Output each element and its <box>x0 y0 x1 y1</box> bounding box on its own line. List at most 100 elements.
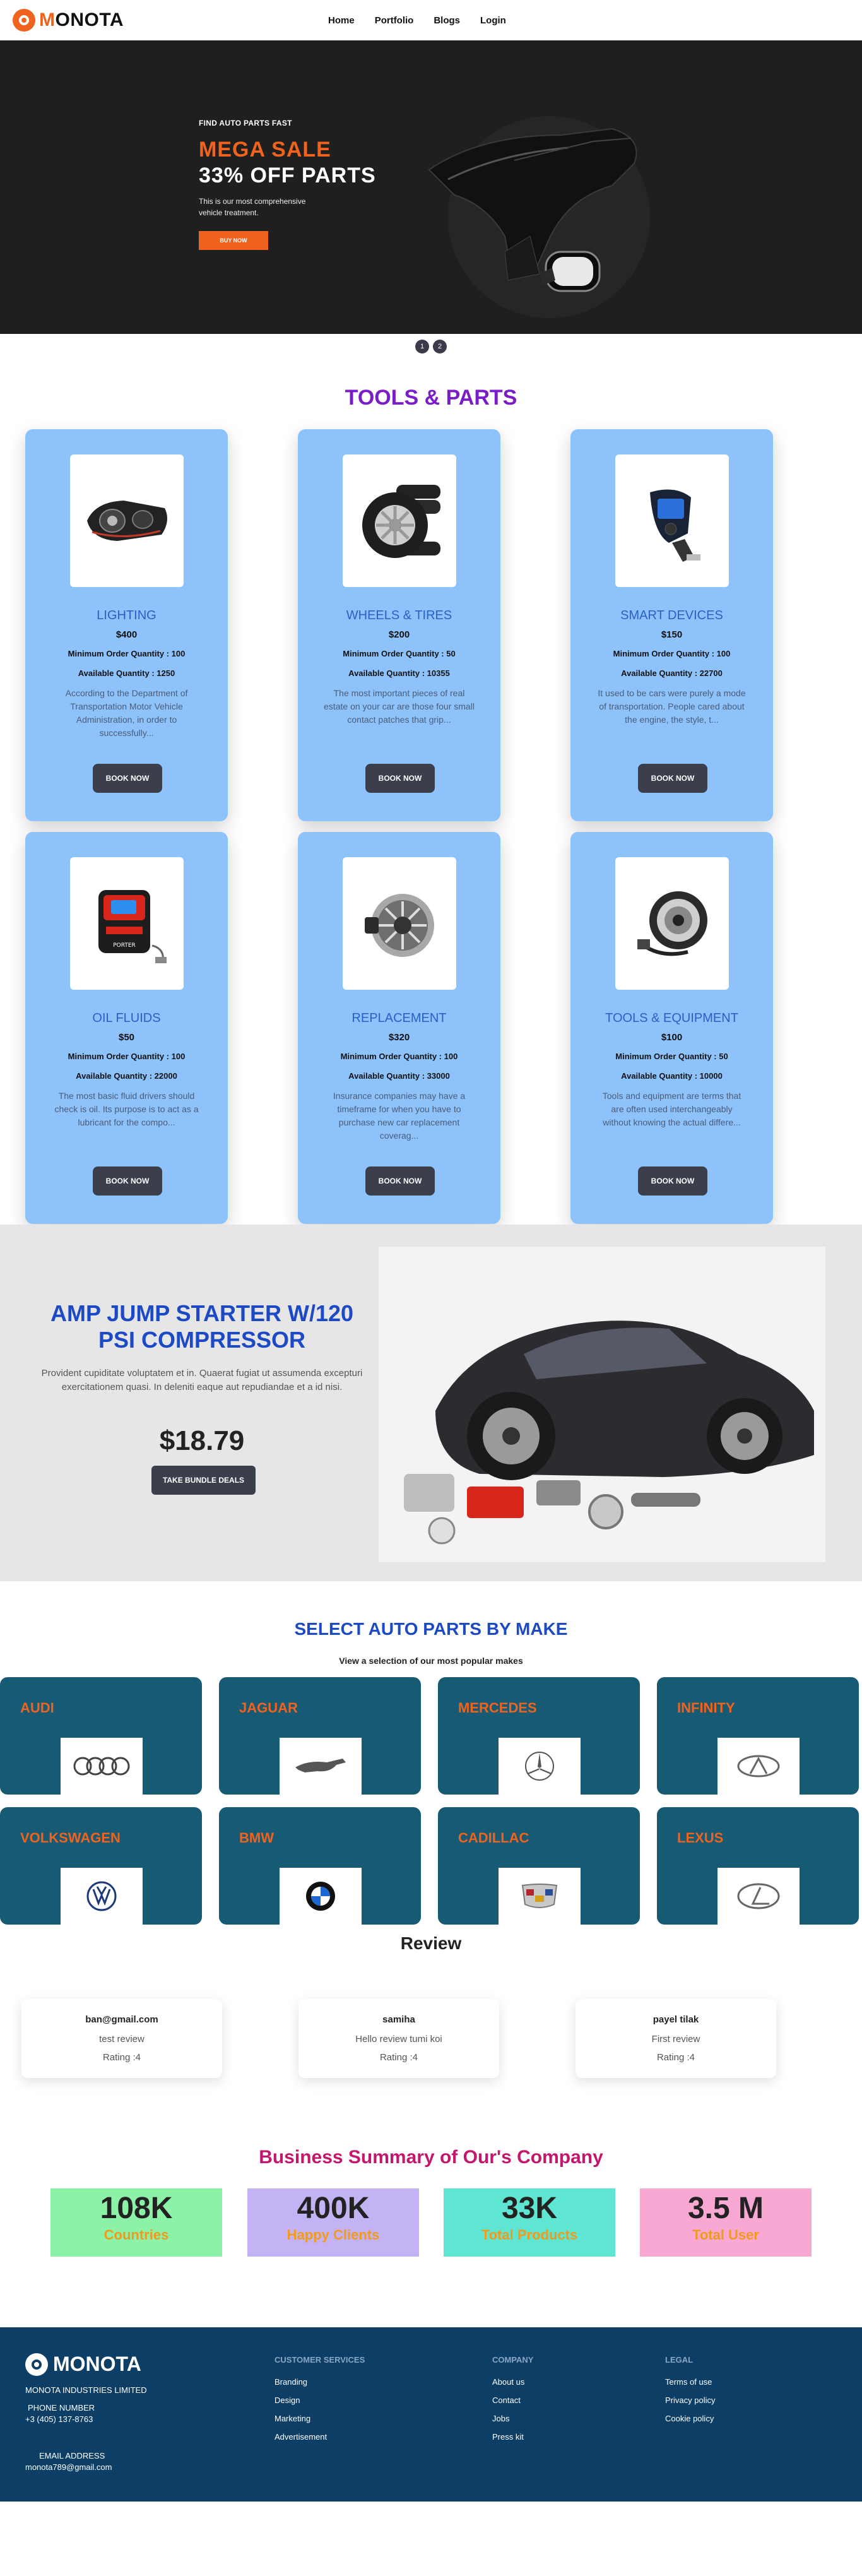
min-order: Minimum Order Quantity : 100 <box>25 1052 228 1061</box>
review-user: samiha <box>382 2014 415 2025</box>
make-card-infinity[interactable]: INFINITY <box>657 1677 859 1795</box>
take-bundle-deals-button[interactable]: TAKE BUNDLE DEALS <box>151 1466 256 1495</box>
min-order-value: 100 <box>171 649 186 658</box>
available-qty: Available Quantity : 22000 <box>25 1071 228 1081</box>
min-order-value: 50 <box>719 1052 728 1061</box>
min-order-value: 100 <box>444 1052 458 1061</box>
make-logo <box>280 1868 362 1925</box>
footer-link[interactable]: Terms of use <box>665 2377 715 2387</box>
footer-link[interactable]: About us <box>492 2377 533 2387</box>
product-price: $200 <box>388 629 410 640</box>
slide-dot[interactable]: 2 <box>433 340 447 353</box>
footer-link[interactable]: Jobs <box>492 2414 533 2423</box>
promo-price: $18.79 <box>159 1425 245 1456</box>
min-order-value: 100 <box>716 649 731 658</box>
make-card-jaguar[interactable]: JAGUAR <box>219 1677 421 1795</box>
makes-grid: AUDI JAGUAR MERCEDES INFINITY VOLKSWAGEN… <box>0 1677 862 1949</box>
min-order-label: Minimum Order Quantity : <box>68 649 172 658</box>
footer-link[interactable]: Marketing <box>275 2414 365 2423</box>
makes-subtitle: View a selection of our most popular mak… <box>339 1656 523 1666</box>
product-card: SMART DEVICES $150 Minimum Order Quantit… <box>570 429 773 821</box>
book-now-button[interactable]: BOOK NOW <box>365 1166 435 1196</box>
makes-section-title: SELECT AUTO PARTS BY MAKE <box>294 1619 568 1639</box>
product-image <box>615 454 729 587</box>
brand-logo[interactable]: M ONOTA <box>13 9 124 32</box>
rating-value: 4 <box>135 2052 141 2063</box>
footer-link[interactable]: Privacy policy <box>665 2395 715 2405</box>
product-price: $150 <box>661 629 683 640</box>
review-user: ban@gmail.com <box>85 2014 158 2025</box>
make-logo <box>280 1738 362 1795</box>
min-order-label: Minimum Order Quantity : <box>615 1052 719 1061</box>
book-now-button[interactable]: BOOK NOW <box>93 1166 162 1196</box>
fm-transmitter-icon <box>649 489 700 562</box>
book-now-button[interactable]: BOOK NOW <box>365 764 435 793</box>
rating-value: 4 <box>412 2052 418 2063</box>
review-rating: Rating :4 <box>576 2052 776 2063</box>
email-address[interactable]: monota789@gmail.com <box>25 2462 112 2472</box>
min-order: Minimum Order Quantity : 100 <box>298 1052 500 1061</box>
gear-icon <box>13 9 35 32</box>
make-card-lexus[interactable]: LEXUS <box>657 1807 859 1925</box>
phone-number[interactable]: +3 (405) 137-8763 <box>25 2414 93 2424</box>
product-card: REPLACEMENT $320 Minimum Order Quantity … <box>298 832 500 1224</box>
footer-logo[interactable]: MONOTA <box>25 2353 141 2376</box>
min-order-label: Minimum Order Quantity : <box>343 649 447 658</box>
slide-dot[interactable]: 1 <box>415 340 429 353</box>
make-name: VOLKSWAGEN <box>20 1830 121 1846</box>
tires-icon <box>362 485 440 558</box>
top-nav: M ONOTA Home Portfolio Blogs Login <box>0 0 862 40</box>
available-label: Available Quantity : <box>76 1071 155 1081</box>
footer-link[interactable]: Cookie policy <box>665 2414 715 2423</box>
promo-section: AMP JUMP STARTER W/120 PSI COMPRESSOR Pr… <box>0 1225 862 1581</box>
make-name: JAGUAR <box>239 1700 298 1716</box>
min-order-value: 50 <box>446 649 456 658</box>
available-value: 1250 <box>156 668 175 678</box>
available-label: Available Quantity : <box>348 668 427 678</box>
product-name: TOOLS & EQUIPMENT <box>605 1011 738 1025</box>
make-card-audi[interactable]: AUDI <box>0 1677 202 1795</box>
footer-heading: COMPANY <box>492 2355 534 2365</box>
make-card-volkswagen[interactable]: VOLKSWAGEN <box>0 1807 202 1925</box>
stat-value: 3.5 M <box>687 2192 764 2225</box>
nav-links: Home Portfolio Blogs Login <box>328 0 506 40</box>
make-name: MERCEDES <box>458 1700 537 1716</box>
min-order-label: Minimum Order Quantity : <box>68 1052 172 1061</box>
nav-portfolio-link[interactable]: Portfolio <box>375 15 414 26</box>
lexus-logo-icon <box>737 1883 780 1909</box>
make-name: INFINITY <box>677 1700 735 1716</box>
book-now-button[interactable]: BOOK NOW <box>638 1166 707 1196</box>
footer-link[interactable]: Branding <box>275 2377 365 2387</box>
make-card-bmw[interactable]: BMW <box>219 1807 421 1925</box>
infiniti-logo-icon <box>737 1755 780 1778</box>
stat-label: Total User <box>692 2227 759 2243</box>
stat-card: 3.5 M Total User <box>640 2188 812 2257</box>
footer-link[interactable]: Press kit <box>492 2432 533 2442</box>
product-name: OIL FLUIDS <box>92 1011 161 1025</box>
product-image: PORTER <box>69 857 184 990</box>
jaguar-logo-icon <box>295 1759 346 1772</box>
product-name: LIGHTING <box>97 608 156 622</box>
nav-blogs-link[interactable]: Blogs <box>434 15 460 26</box>
footer-link[interactable]: Advertisement <box>275 2432 365 2442</box>
hero-subtitle: 33% OFF PARTS <box>199 163 376 187</box>
buy-now-button[interactable]: BUY NOW <box>199 231 268 250</box>
car-parts-image <box>428 116 650 318</box>
nav-login-link[interactable]: Login <box>480 15 506 26</box>
make-name: LEXUS <box>677 1830 724 1846</box>
footer-link[interactable]: Design <box>275 2395 365 2405</box>
make-card-cadillac[interactable]: CADILLAC <box>438 1807 640 1925</box>
hero-kicker: FIND AUTO PARTS FAST <box>199 119 292 128</box>
book-now-button[interactable]: BOOK NOW <box>93 764 162 793</box>
alternator-icon <box>364 894 434 957</box>
footer-brand: MONOTA <box>53 2353 141 2375</box>
footer-link[interactable]: Contact <box>492 2395 533 2405</box>
hero-banner: FIND AUTO PARTS FAST MEGA SALE 33% OFF P… <box>0 40 862 334</box>
book-now-button[interactable]: BOOK NOW <box>638 764 707 793</box>
stat-value: 400K <box>297 2192 370 2225</box>
stat-card: 400K Happy Clients <box>247 2188 419 2257</box>
make-card-mercedes[interactable]: MERCEDES <box>438 1677 640 1795</box>
nav-home-link[interactable]: Home <box>328 15 355 26</box>
company-name: MONOTA INDUSTRIES LIMITED <box>25 2385 147 2395</box>
product-description: The most basic fluid drivers should chec… <box>54 1091 199 1127</box>
